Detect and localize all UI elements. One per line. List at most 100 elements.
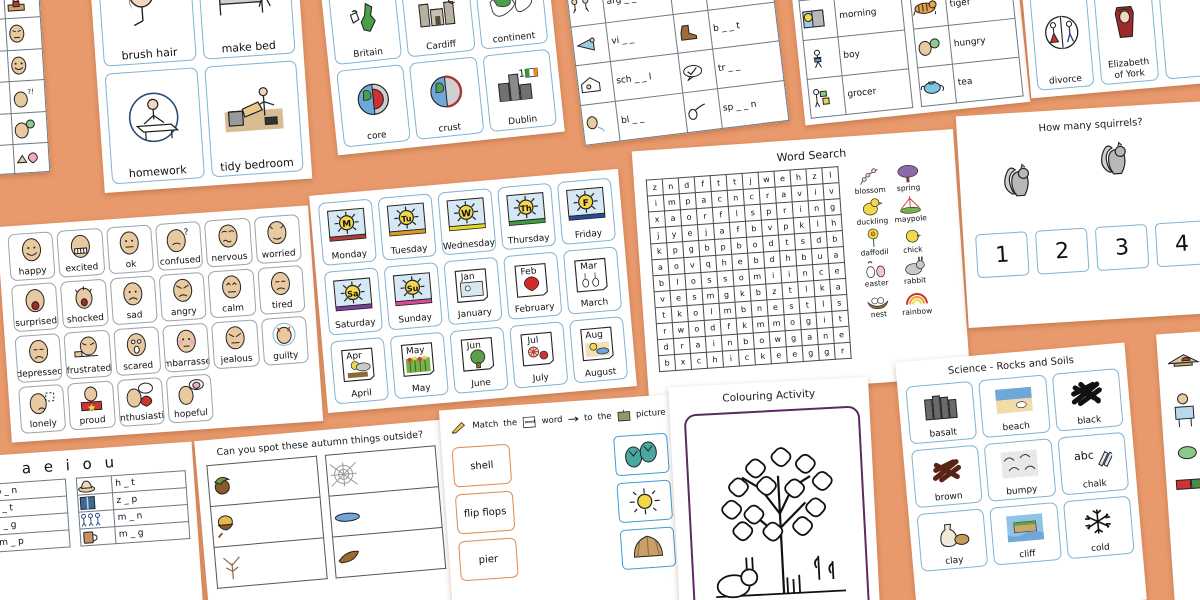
picture-flip-flops[interactable]	[613, 432, 670, 477]
card-label: homework	[128, 163, 188, 181]
card-basalt[interactable]: basalt	[905, 380, 978, 445]
number-option-3[interactable]: 3	[1094, 223, 1150, 272]
card-brown[interactable]: brown	[910, 444, 984, 509]
number-option-4[interactable]: 4	[1154, 220, 1200, 268]
emotion-sad[interactable]: sad	[109, 275, 158, 326]
card-core[interactable]: core	[336, 64, 412, 148]
card-february[interactable]: Feb February	[503, 251, 563, 320]
card-beach[interactable]: beach	[978, 374, 1051, 439]
card-thursday[interactable]: Th Thursday	[497, 182, 557, 251]
word-flip-flops[interactable]: flip flops	[454, 490, 516, 535]
card-may[interactable]: May May	[389, 331, 449, 400]
card-make-bed[interactable]: make bed	[195, 0, 296, 60]
emotion-worried[interactable]: worried	[253, 214, 302, 265]
lonely-face-icon	[19, 385, 64, 421]
emotion-scared[interactable]: scared	[112, 326, 162, 377]
card-april[interactable]: Apr April	[329, 336, 390, 405]
picture-shell[interactable]	[619, 526, 677, 571]
card-august[interactable]: Aug August	[568, 315, 629, 384]
svg-text:abc: abc	[1074, 448, 1095, 463]
card-wednesday[interactable]: W Wednesday	[437, 188, 497, 256]
card-tidy-bedroom[interactable]: tidy bedroom	[203, 59, 304, 178]
number-option-1[interactable]: 1	[975, 231, 1030, 279]
sheet-geography-cards[interactable]: Asia Ocean Britain	[315, 0, 565, 156]
sheet-partial-right-edge[interactable]	[1156, 326, 1200, 600]
bare-tree-cell[interactable]	[214, 537, 328, 589]
card-divorce[interactable]: divorce	[1029, 0, 1095, 91]
sheet-daily-routine-cards[interactable]: brush hair make bed homework tidy bedroo…	[87, 0, 313, 193]
card-sunday[interactable]: Su Sunday	[383, 262, 443, 331]
card-continent[interactable]: continent	[473, 0, 549, 51]
emotion-angry[interactable]: angry	[158, 271, 208, 322]
card-cold[interactable]: cold	[1062, 495, 1135, 560]
emotion-happy[interactable]: happy	[7, 231, 56, 282]
sheet-days-and-months[interactable]: M Monday Tu Tuesday W Wednesday Th Thursday …	[309, 168, 637, 414]
leaf-cell[interactable]	[332, 527, 446, 578]
sheet-vocabulary-list[interactable]: milkman morning boy grocer stripy tiger …	[787, 0, 1031, 126]
emotion-confused[interactable]: ? confused	[155, 220, 204, 271]
table-row[interactable]	[332, 527, 446, 578]
ok-face-icon	[107, 225, 152, 261]
sheet-word-search[interactable]: Word Search zndfttjwehzl impacncraviv xa…	[631, 129, 971, 399]
card-chalk[interactable]: abc chalk	[1057, 431, 1130, 496]
word-pier[interactable]: pier	[458, 537, 519, 582]
card-saturday[interactable]: Sa Saturday	[323, 267, 384, 336]
emotion-jealous[interactable]: jealous	[211, 319, 260, 370]
word-shell[interactable]: shell	[451, 443, 513, 488]
table-row[interactable]	[214, 537, 328, 589]
card-dublin[interactable]: 1 Dublin	[482, 49, 558, 133]
card-britain[interactable]: Britain	[327, 0, 403, 66]
emotion-frustrated[interactable]: frustrated	[63, 329, 113, 380]
emotion-proud[interactable]: proud	[67, 380, 116, 431]
emotion-guilty[interactable]: guilty	[260, 315, 310, 366]
emotion-tired[interactable]: tired	[256, 264, 306, 315]
card-july[interactable]: Jul July	[509, 320, 569, 389]
emotion-nervous[interactable]: nervous	[204, 217, 253, 268]
card-homework[interactable]: homework	[104, 66, 205, 185]
picture-sun[interactable]	[616, 479, 674, 524]
table-row[interactable]: kindly	[0, 142, 50, 180]
sheet-autumn-checklist[interactable]: Can you spot these autumn things outside…	[194, 419, 460, 600]
card-march[interactable]: Mar March	[562, 246, 623, 315]
emotion-excited[interactable]: excited	[56, 227, 106, 278]
number-option-2[interactable]: 2	[1034, 227, 1090, 275]
emotion-surprised[interactable]: surprised	[10, 282, 60, 333]
emotion-shocked[interactable]: shocked	[60, 278, 109, 329]
sheet-vowel-worksheet[interactable]: a e i o u p _ n j _ t l _ g m _ p h _ t …	[0, 441, 204, 600]
card-clay[interactable]: clay	[916, 508, 989, 573]
emotion-depressed[interactable]: depressed	[14, 333, 63, 384]
emotion-calm[interactable]: calm	[207, 268, 257, 319]
card-friday[interactable]: F Friday	[556, 177, 617, 246]
card-brush-hair[interactable]: brush hair	[96, 0, 197, 67]
card-cut-off[interactable]	[1157, 0, 1200, 80]
sheet-match-word-to-picture[interactable]: Match the word word to the picture shell…	[438, 394, 690, 600]
sheet-colouring-activity[interactable]: Colouring Activity	[668, 376, 880, 600]
sheet-history-cards[interactable]: divorce Elizabeth of York	[1017, 0, 1200, 99]
sheet-adverbs-list[interactable]: tly edily mpily appily	[0, 0, 51, 180]
card-elizabeth-of-york[interactable]: Elizabeth of York	[1093, 0, 1159, 86]
word-search-grid[interactable]: zndfttjwehzl impacncraviv xaorflspring j…	[646, 166, 852, 372]
emotion-lonely[interactable]: lonely	[18, 383, 67, 434]
card-black[interactable]: black	[1051, 368, 1124, 432]
card-monday[interactable]: M Monday	[317, 198, 378, 267]
card-cliff[interactable]: cliff	[989, 501, 1062, 566]
ws-cell: t	[655, 306, 673, 324]
card-cardiff[interactable]: C Cardiff	[400, 0, 476, 58]
emotion-label: lonely	[29, 418, 58, 430]
table-row[interactable]: m _ p	[0, 529, 71, 555]
sheet-missing-letters[interactable]: r _ _ t r _ _ f arg _ _ fl _ _	[560, 0, 790, 146]
emotion-label: hopeful	[173, 407, 209, 420]
card-bumpy[interactable]: bumpy	[983, 438, 1057, 502]
emotion-enthusiastic[interactable]: enthusiastic	[116, 377, 165, 428]
sheet-emotions-chart[interactable]: happy excited ok ? confused nervous worri…	[0, 205, 324, 443]
emotion-hopeful[interactable]: hopeful	[165, 373, 215, 424]
emotion-ok[interactable]: ok	[105, 224, 155, 275]
card-june[interactable]: Jun June	[449, 326, 509, 394]
sheet-rocks-and-soils[interactable]: Science - Rocks and Soils basalt beach b…	[895, 342, 1147, 600]
card-january[interactable]: Jan January	[443, 257, 503, 325]
emotion-embarrassed[interactable]: embarrassed	[162, 322, 211, 373]
card-tuesday[interactable]: Tu Tuesday	[377, 193, 437, 262]
card-crust[interactable]: crust	[409, 56, 485, 140]
emotion-label: nervous	[211, 251, 248, 264]
sheet-counting-worksheet[interactable]: How many squirrels? 1 2 3 4	[955, 100, 1200, 328]
